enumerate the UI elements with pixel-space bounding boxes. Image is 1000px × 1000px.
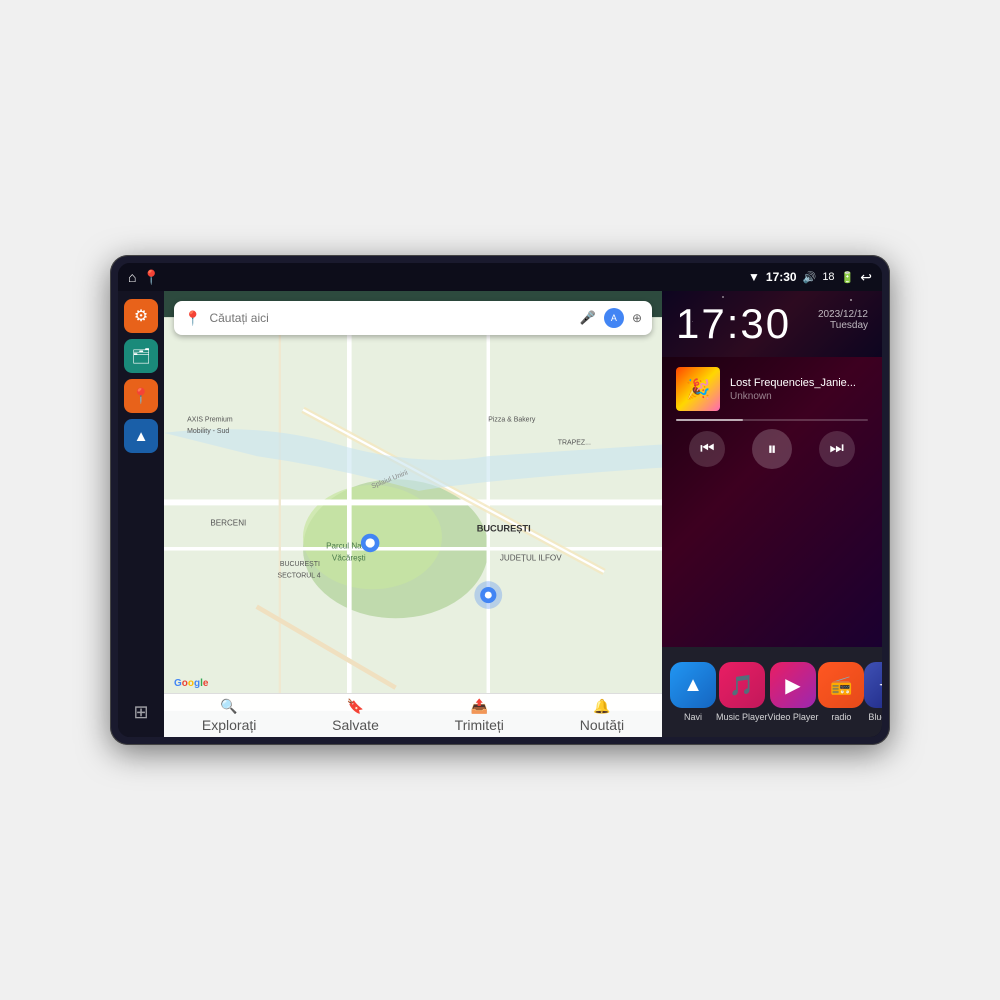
google-maps-icon: 📍 [184,310,201,327]
music-text: Lost Frequencies_Janie... Unknown [730,377,868,402]
updates-icon: 🔔 [593,698,610,715]
music-artist: Unknown [730,391,868,402]
status-bar: ⌂ 📍 ▼ 17:30 🔊 18 🔋 ↩ [118,263,882,291]
album-art-icon: 🎉 [686,377,711,402]
sidebar-maps-btn[interactable]: 📍 [124,379,158,413]
app-navi[interactable]: ▲ Navi [670,662,716,722]
sidebar-navi-btn[interactable]: ▲ [124,419,158,453]
saved-icon: 🔖 [347,698,364,715]
album-art: 🎉 [676,367,720,411]
clock-day: Tuesday [818,320,868,331]
clock-time: 17:30 [676,303,791,345]
music-player-icon: 🎵 [729,673,754,698]
map-bottom-bar: 🔍 Explorați 🔖 Salvate 📤 Trimiteți 🔔 Nout… [164,693,662,737]
map-explore-btn[interactable]: 🔍 Explorați [202,698,256,733]
music-player-icon-box: 🎵 [719,662,765,708]
map-updates-btn[interactable]: 🔔 Noutăți [580,698,624,733]
explore-icon: 🔍 [220,698,237,715]
music-controls: ⏮ ⏸ ⏭ [676,429,868,469]
svg-text:Pizza & Bakery: Pizza & Bakery [488,416,536,423]
navi-icon-box: ▲ [670,662,716,708]
music-progress-fill [676,419,743,421]
map-background: BERCENI BUCUREȘTI SECTORUL 4 BUCUREȘTI J… [164,291,662,737]
share-label: Trimiteți [455,717,504,733]
prev-icon: ⏮ [700,440,714,458]
bluetooth-icon-box: ✦ [864,662,882,708]
svg-text:JUDEȚUL ILFOV: JUDEȚUL ILFOV [500,553,562,562]
video-player-icon-box: ▶ [770,662,816,708]
clock-date: 2023/12/12 [818,309,868,320]
maps-icon[interactable]: 📍 [142,269,159,286]
main-content: ⚙ 🗂 📍 ▲ ⊞ [118,291,882,737]
navi-label: Navi [684,712,702,722]
clock-widget: 17:30 2023/12/12 Tuesday [662,291,882,357]
wifi-icon: ▼ [748,270,760,284]
video-player-label: Video Player [768,712,819,722]
status-time: 17:30 [766,270,797,284]
share-icon: 📤 [471,698,488,715]
profile-icon[interactable]: A [604,308,624,328]
app-grid: ▲ Navi 🎵 Music Player ▶ Vi [662,647,882,737]
sidebar-apps-btn[interactable]: ⊞ [124,695,158,729]
files-icon: 🗂 [131,347,150,365]
bluetooth-icon: ✦ [879,673,882,698]
music-progress-bar[interactable] [676,419,868,421]
navigation-icon: ▲ [134,428,149,445]
map-search-input[interactable] [209,311,571,325]
music-info: 🎉 Lost Frequencies_Janie... Unknown [676,367,868,411]
settings-icon: ⚙ [134,306,148,326]
svg-text:BUCUREȘTI: BUCUREȘTI [280,561,320,568]
google-logo: Google [174,678,208,689]
map-saved-btn[interactable]: 🔖 Salvate [332,698,379,733]
home-icon[interactable]: ⌂ [128,269,136,285]
navi-icon: ▲ [683,674,703,697]
bluetooth-label: Bluetooth [868,712,882,722]
svg-text:BERCENI: BERCENI [210,519,246,528]
status-right: ▼ 17:30 🔊 18 🔋 ↩ [748,269,872,286]
video-player-icon: ▶ [785,673,800,698]
app-video-player[interactable]: ▶ Video Player [768,662,819,722]
sidebar: ⚙ 🗂 📍 ▲ ⊞ [118,291,164,737]
map-area[interactable]: BERCENI BUCUREȘTI SECTORUL 4 BUCUREȘTI J… [164,291,662,737]
next-button[interactable]: ⏭ [819,431,855,467]
map-share-btn[interactable]: 📤 Trimiteți [455,698,504,733]
grid-icon: ⊞ [133,702,148,723]
music-player-label: Music Player [716,712,768,722]
svg-text:Văcărești: Văcărești [332,553,366,562]
play-pause-button[interactable]: ⏸ [752,429,792,469]
device-screen: ⌂ 📍 ▼ 17:30 🔊 18 🔋 ↩ ⚙ 🗂 [118,263,882,737]
svg-text:SECTORUL 4: SECTORUL 4 [277,573,320,580]
prev-button[interactable]: ⏮ [689,431,725,467]
car-display-device: ⌂ 📍 ▼ 17:30 🔊 18 🔋 ↩ ⚙ 🗂 [110,255,890,745]
battery-icon: 🔋 [841,271,855,284]
next-icon: ⏭ [829,440,843,458]
radio-label: radio [831,712,851,722]
radio-icon-box: 📻 [818,662,864,708]
map-search-bar[interactable]: 📍 🎤 A ⊕ [174,301,652,335]
mic-icon[interactable]: 🎤 [580,310,596,326]
updates-label: Noutăți [580,717,624,733]
battery-level: 18 [822,271,834,283]
layers-icon[interactable]: ⊕ [632,311,642,325]
right-panel: 17:30 2023/12/12 Tuesday 🎉 [662,291,882,737]
pause-icon: ⏸ [767,439,776,460]
app-bluetooth[interactable]: ✦ Bluetooth [864,662,882,722]
app-music-player[interactable]: 🎵 Music Player [716,662,768,722]
music-title: Lost Frequencies_Janie... [730,377,868,389]
sidebar-settings-btn[interactable]: ⚙ [124,299,158,333]
map-pin-icon: 📍 [132,387,151,405]
music-widget: 🎉 Lost Frequencies_Janie... Unknown ⏮ [662,357,882,647]
explore-label: Explorați [202,717,256,733]
svg-text:AXIS Premium: AXIS Premium [187,416,233,423]
svg-text:TRAPEZ...: TRAPEZ... [558,440,591,447]
status-left: ⌂ 📍 [128,269,160,286]
sidebar-files-btn[interactable]: 🗂 [124,339,158,373]
back-icon[interactable]: ↩ [860,269,872,286]
svg-text:Mobility - Sud: Mobility - Sud [187,428,229,435]
volume-icon: 🔊 [803,271,817,284]
saved-label: Salvate [332,717,379,733]
svg-text:BUCUREȘTI: BUCUREȘTI [477,523,531,533]
app-radio[interactable]: 📻 radio [818,662,864,722]
radio-icon: 📻 [830,675,852,696]
